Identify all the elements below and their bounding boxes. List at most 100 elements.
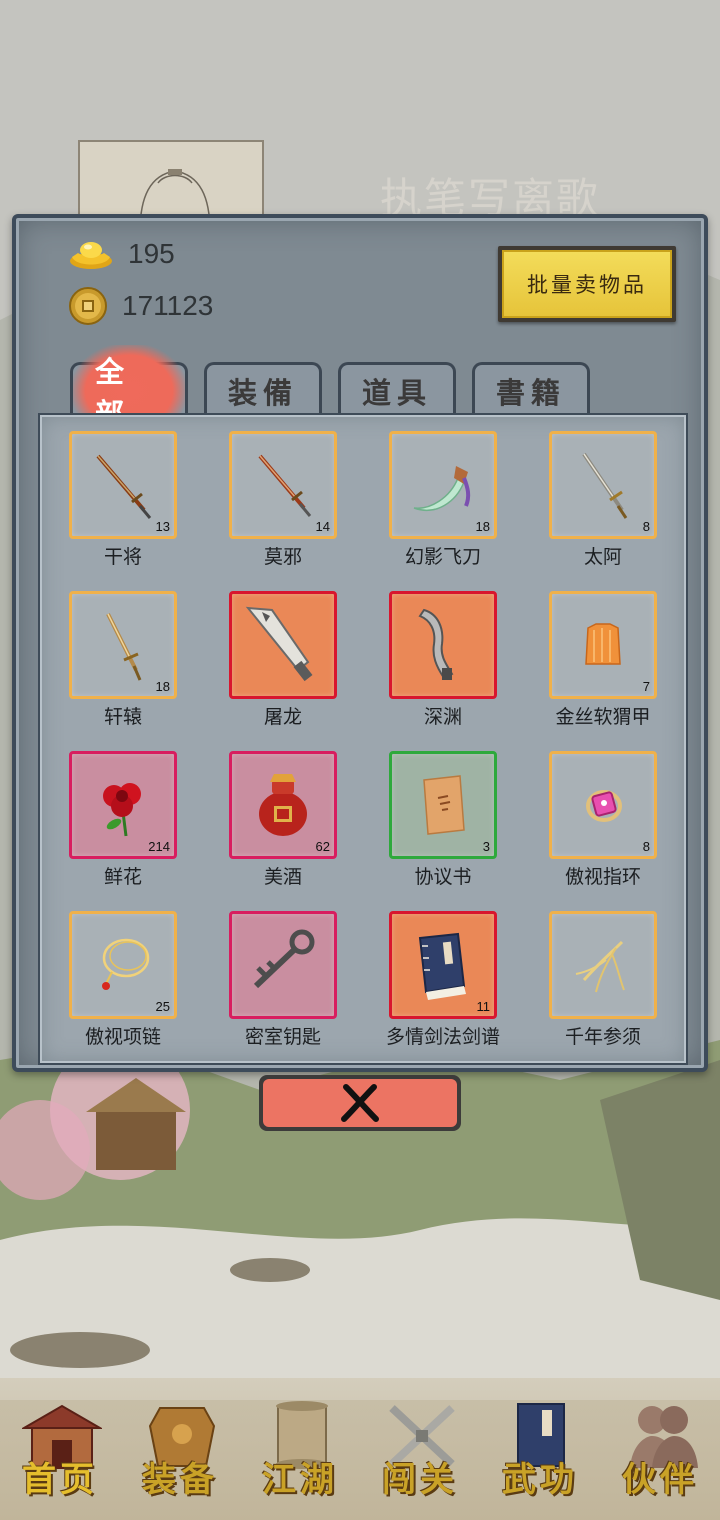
- nav-companions[interactable]: 伙伴: [600, 1378, 720, 1520]
- item-name: 干将: [103, 546, 142, 568]
- item-ganjiang[interactable]: 13 干将: [40, 431, 200, 591]
- item-name: 金丝软猬甲: [555, 706, 651, 728]
- item-count: 25: [155, 999, 170, 1014]
- tab-props[interactable]: 道具: [338, 362, 456, 416]
- nav-jianghu[interactable]: 江湖: [240, 1378, 360, 1520]
- item-slot: 62: [229, 751, 337, 859]
- ring-icon: [586, 790, 622, 822]
- item-count: 8: [642, 839, 650, 854]
- nav-martial-arts[interactable]: 武功: [480, 1378, 600, 1520]
- item-name: 屠龙: [263, 706, 302, 728]
- item-name: 密室钥匙: [244, 1026, 321, 1048]
- item-count: 7: [642, 679, 650, 694]
- item-name: 傲视项链: [84, 1026, 161, 1048]
- gold-ingot-icon: [70, 242, 112, 269]
- item-moye[interactable]: 14 莫邪: [200, 431, 360, 591]
- coin-balance: 171123: [68, 284, 213, 328]
- tab-equipment-label: 装備: [227, 375, 298, 410]
- close-button-face: [263, 1079, 457, 1127]
- item-count: 14: [315, 519, 330, 534]
- item-slot: 11: [389, 911, 497, 1019]
- item-shenyuan[interactable]: 深渊: [360, 591, 520, 751]
- item-duoqing-jianpu[interactable]: 11 多情剑法剑谱: [360, 911, 520, 1071]
- nav-challenge[interactable]: 闯关: [360, 1378, 480, 1520]
- close-x-icon: [341, 1084, 379, 1122]
- inventory-grid: 13 干将 14 莫邪 18 幻影飞刀 8 太阿 18 轩辕 屠龙 深渊 7 金…: [38, 413, 688, 1065]
- item-name: 美酒: [263, 866, 302, 888]
- item-name: 幻影飞刀: [404, 546, 481, 568]
- inventory-tabs: 全部 装備 道具 書籍: [70, 344, 590, 437]
- item-slot: [229, 591, 337, 699]
- nav-equipment[interactable]: 装备: [120, 1378, 240, 1520]
- tab-props-label: 道具: [361, 375, 432, 410]
- item-mishi-yaoshi[interactable]: 密室钥匙: [200, 911, 360, 1071]
- sword-icon: [96, 454, 152, 519]
- copper-coin-icon: [69, 287, 107, 325]
- nav-home[interactable]: 首页: [0, 1378, 120, 1520]
- sword-icon: [106, 613, 142, 681]
- bulk-sell-label: 批量卖物品: [502, 250, 672, 318]
- item-slot: 25: [69, 911, 177, 1019]
- item-qiannian-canxu[interactable]: 千年参须: [520, 911, 680, 1071]
- item-slot: 8: [549, 431, 657, 539]
- nav-martial-arts-label: 武功: [502, 1460, 578, 1500]
- ginseng-root-icon: [575, 940, 625, 993]
- item-count: 3: [482, 839, 490, 854]
- item-slot: 8: [549, 751, 657, 859]
- bulk-sell-button[interactable]: 批量卖物品: [498, 246, 676, 322]
- item-slot: 18: [69, 591, 177, 699]
- item-count: 13: [155, 519, 170, 534]
- close-button[interactable]: [259, 1075, 461, 1131]
- item-name: 鲜花: [103, 866, 142, 888]
- coin-amount: 171123: [122, 290, 214, 321]
- item-count: 8: [642, 519, 650, 534]
- nav-jianghu-label: 江湖: [262, 1460, 338, 1500]
- item-taia[interactable]: 8 太阿: [520, 431, 680, 591]
- item-slot: 18: [389, 431, 497, 539]
- item-xianhua[interactable]: 214 鲜花: [40, 751, 200, 911]
- rose-icon: [103, 783, 141, 837]
- item-aoshi-zhihuan[interactable]: 8 傲视指环: [520, 751, 680, 911]
- inventory-panel: 195 171123 批量卖物品 全部 装備 道具 書籍: [12, 214, 708, 1072]
- item-count: 62: [315, 839, 330, 854]
- tab-books[interactable]: 書籍: [472, 362, 590, 416]
- item-name: 协议书: [414, 866, 472, 888]
- bottom-navigation: 首页 装备 江湖 闯关 武功 伙伴: [0, 1378, 720, 1520]
- tab-all[interactable]: 全部: [70, 344, 188, 437]
- item-count: 214: [148, 839, 170, 854]
- item-huanying-feidao[interactable]: 18 幻影飞刀: [360, 431, 520, 591]
- item-count: 18: [475, 519, 490, 534]
- item-name: 千年参须: [564, 1026, 641, 1048]
- item-slot: 7: [549, 591, 657, 699]
- item-slot: 214: [69, 751, 177, 859]
- item-xuanyuan[interactable]: 18 轩辕: [40, 591, 200, 751]
- gold-amount: 195: [128, 238, 175, 269]
- item-slot: [549, 911, 657, 1019]
- sword-icon: [582, 452, 628, 519]
- manual-book-icon: [418, 932, 466, 1000]
- scroll-document-icon: [423, 775, 465, 835]
- item-meijiu[interactable]: 62 美酒: [200, 751, 360, 911]
- broadsword-icon: [245, 606, 313, 682]
- gold-balance: 195: [68, 232, 175, 276]
- item-tulong[interactable]: 屠龙: [200, 591, 360, 751]
- nav-home-label: 首页: [22, 1460, 98, 1500]
- tab-books-label: 書籍: [495, 375, 566, 410]
- item-slot: 14: [229, 431, 337, 539]
- item-count: 11: [476, 999, 491, 1014]
- item-name: 莫邪: [263, 546, 302, 568]
- item-slot: 13: [69, 431, 177, 539]
- sword-icon: [258, 454, 312, 517]
- flying-knife-icon: [413, 466, 471, 511]
- item-xieyishu[interactable]: 3 协议书: [360, 751, 520, 911]
- nav-challenge-label: 闯关: [382, 1460, 458, 1500]
- item-name: 傲视指环: [564, 866, 641, 888]
- item-slot: 3: [389, 751, 497, 859]
- tab-equipment[interactable]: 装備: [204, 362, 322, 416]
- item-name: 多情剑法剑谱: [385, 1026, 500, 1048]
- item-aoshi-xianglian[interactable]: 25 傲视项链: [40, 911, 200, 1071]
- item-name: 轩辕: [103, 706, 142, 728]
- saber-icon: [418, 608, 454, 680]
- item-jinsi-ruanweijia[interactable]: 7 金丝软猬甲: [520, 591, 680, 751]
- item-slot: [229, 911, 337, 1019]
